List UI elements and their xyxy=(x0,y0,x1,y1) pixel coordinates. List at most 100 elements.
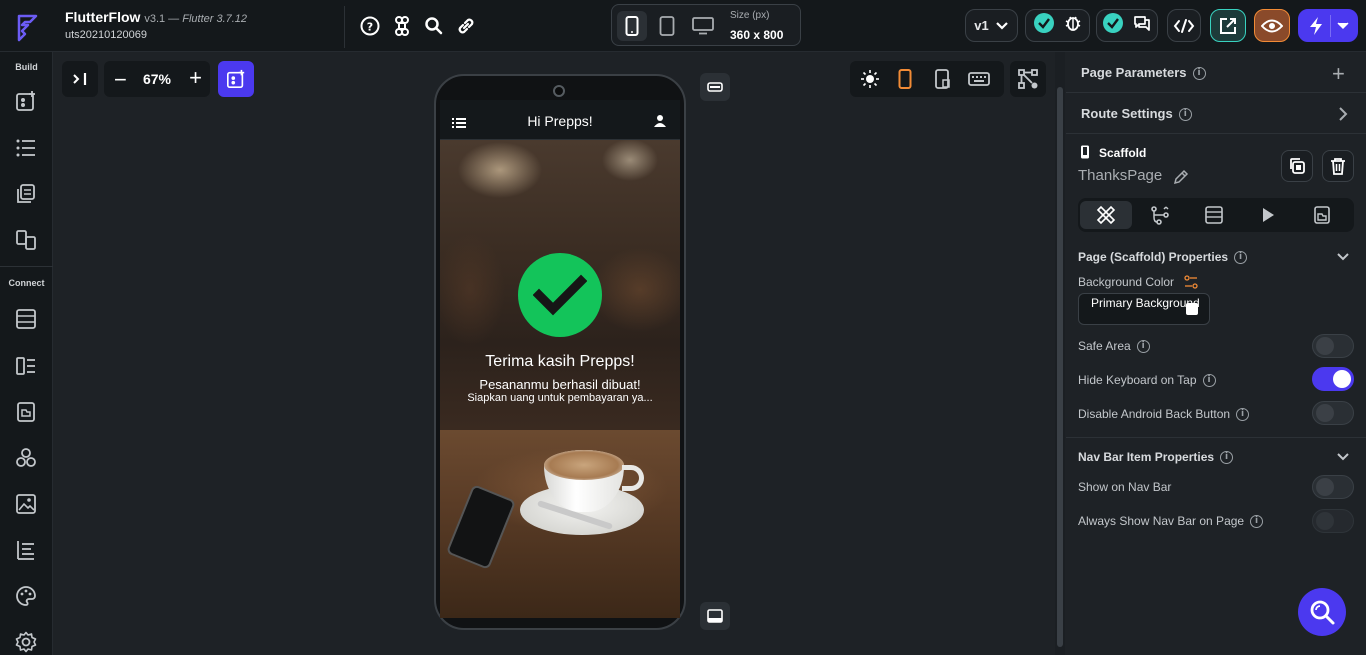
help-icon[interactable]: ? xyxy=(358,14,382,38)
comments-button[interactable] xyxy=(1096,9,1158,42)
tab-components[interactable] xyxy=(1296,201,1348,229)
page-parameters-title: Page Parameters i xyxy=(1081,65,1206,81)
delete-button[interactable] xyxy=(1322,150,1354,182)
show-on-navbar-toggle[interactable] xyxy=(1312,475,1354,499)
app-state-icon[interactable] xyxy=(13,353,39,379)
page-parameters-row[interactable]: Page Parameters i + xyxy=(1066,52,1366,93)
appbar-toggle-button[interactable] xyxy=(700,73,730,101)
device-phone-icon[interactable] xyxy=(617,11,647,41)
color-variable-icon[interactable] xyxy=(1184,275,1198,289)
light-mode-icon[interactable] xyxy=(860,69,880,94)
app-bar[interactable]: Hi Prepps! xyxy=(440,100,680,140)
keyboard-icon[interactable] xyxy=(968,71,990,92)
graph-view-button[interactable] xyxy=(1010,61,1046,97)
chevron-down-icon[interactable] xyxy=(1336,21,1349,30)
chevron-down-icon[interactable] xyxy=(1336,252,1350,262)
chat-icon xyxy=(1132,13,1152,38)
info-icon: i xyxy=(1178,108,1192,122)
duplicate-button[interactable] xyxy=(1281,150,1313,182)
route-settings-title: Route Settings i xyxy=(1081,106,1192,122)
settings-gear-icon[interactable] xyxy=(13,629,39,655)
code-view-button[interactable] xyxy=(1167,9,1201,42)
thanks-title: Terima kasih Prepps! xyxy=(485,353,635,370)
version-select-value: v1 xyxy=(974,18,989,33)
account-icon[interactable] xyxy=(654,114,666,133)
search-help-button[interactable] xyxy=(1298,588,1346,636)
components-icon[interactable] xyxy=(13,445,39,471)
size-value[interactable]: 360 x 800 xyxy=(730,28,783,42)
preview-button[interactable] xyxy=(1254,9,1290,42)
zoom-in-icon[interactable]: + xyxy=(189,65,202,91)
connect-section-label: Connect xyxy=(8,278,45,288)
debug-button[interactable] xyxy=(1025,9,1090,42)
coffee-foam-image xyxy=(544,450,624,480)
command-icon[interactable] xyxy=(390,14,414,38)
flutterflow-logo-icon[interactable] xyxy=(12,12,42,42)
add-icon[interactable]: + xyxy=(1332,61,1345,87)
page-name[interactable]: ThanksPage xyxy=(1078,167,1162,184)
properties-tools-icon xyxy=(1096,205,1116,225)
order-created-text: Pesananmu berhasil dibuat! xyxy=(479,377,641,392)
device-tablet-icon[interactable] xyxy=(652,11,682,41)
page-component-icon xyxy=(1314,206,1330,224)
zoom-out-icon[interactable]: − xyxy=(114,67,127,93)
canvas-scrollbar[interactable] xyxy=(1055,52,1065,655)
portrait-phone-icon[interactable] xyxy=(898,69,912,94)
widget-tree-icon[interactable] xyxy=(13,135,39,161)
hide-keyboard-toggle[interactable] xyxy=(1312,367,1354,391)
left-navigation: Build Connect xyxy=(0,52,53,655)
run-button[interactable] xyxy=(1298,9,1358,42)
custom-code-icon[interactable] xyxy=(13,537,39,563)
add-widget-icon[interactable] xyxy=(13,88,39,114)
tab-backend-query[interactable] xyxy=(1188,201,1240,229)
properties-panel: Page Parameters i + Route Settings i Scaff… xyxy=(1066,52,1366,655)
size-label: Size (px) xyxy=(730,10,770,21)
info-icon: i xyxy=(1250,515,1264,529)
theme-palette-icon[interactable] xyxy=(13,583,39,609)
open-external-button[interactable] xyxy=(1210,9,1246,42)
page-selector-icon[interactable] xyxy=(13,227,39,253)
device-selector: Size (px) 360 x 800 xyxy=(611,4,801,46)
safe-area-toggle[interactable] xyxy=(1312,334,1354,358)
safe-area-label: Safe Area i xyxy=(1078,339,1150,354)
graph-nodes-icon xyxy=(1018,69,1038,89)
link-icon[interactable] xyxy=(454,14,478,38)
search-icon[interactable] xyxy=(422,14,446,38)
zoom-level: 67% xyxy=(142,71,172,87)
tab-actions[interactable] xyxy=(1134,201,1186,229)
background-color-picker[interactable]: Primary Background xyxy=(1078,293,1210,325)
version-select[interactable]: v1 xyxy=(965,9,1018,42)
navbar-toggle-button[interactable] xyxy=(700,602,730,630)
folder-icon[interactable] xyxy=(13,399,39,425)
collapse-panel-button[interactable] xyxy=(62,61,98,97)
add-widget-button[interactable] xyxy=(218,61,254,97)
chevron-down-icon[interactable] xyxy=(1336,452,1350,462)
device-frame-icon[interactable] xyxy=(934,69,952,94)
project-name[interactable]: uts20210120069 xyxy=(65,29,147,41)
divider xyxy=(1066,437,1366,438)
storyboard-icon[interactable] xyxy=(13,181,39,207)
info-icon: i xyxy=(1220,451,1234,465)
bug-icon xyxy=(1063,13,1083,38)
phone-widget-icon xyxy=(1081,145,1089,159)
edit-pencil-icon[interactable] xyxy=(1173,169,1189,185)
hide-keyboard-label: Hide Keyboard on Tap i xyxy=(1078,373,1216,388)
disable-back-toggle[interactable] xyxy=(1312,401,1354,425)
database-icon[interactable] xyxy=(13,306,39,332)
page-preview[interactable]: Hi Prepps! Terima kasih Prepps! Pesananm… xyxy=(440,100,680,618)
tab-properties[interactable] xyxy=(1080,201,1132,229)
info-icon: i xyxy=(1234,251,1248,265)
device-desktop-icon[interactable] xyxy=(688,11,718,41)
scrollbar-thumb[interactable] xyxy=(1057,87,1063,647)
always-show-navbar-toggle[interactable] xyxy=(1312,509,1354,533)
media-assets-icon[interactable] xyxy=(13,491,39,517)
chevron-down-icon xyxy=(995,21,1008,30)
camera-notch xyxy=(553,85,565,97)
appbar-icon xyxy=(707,82,723,92)
route-settings-row[interactable]: Route Settings i xyxy=(1066,93,1366,134)
navbar-properties-title: Nav Bar Item Properties i xyxy=(1078,450,1234,465)
divider xyxy=(1329,14,1331,37)
chevron-right-icon xyxy=(1339,107,1348,121)
tab-animations[interactable] xyxy=(1242,201,1294,229)
top-toolbar: FlutterFlow v3.1 — Flutter 3.7.12 uts202… xyxy=(0,0,1366,52)
